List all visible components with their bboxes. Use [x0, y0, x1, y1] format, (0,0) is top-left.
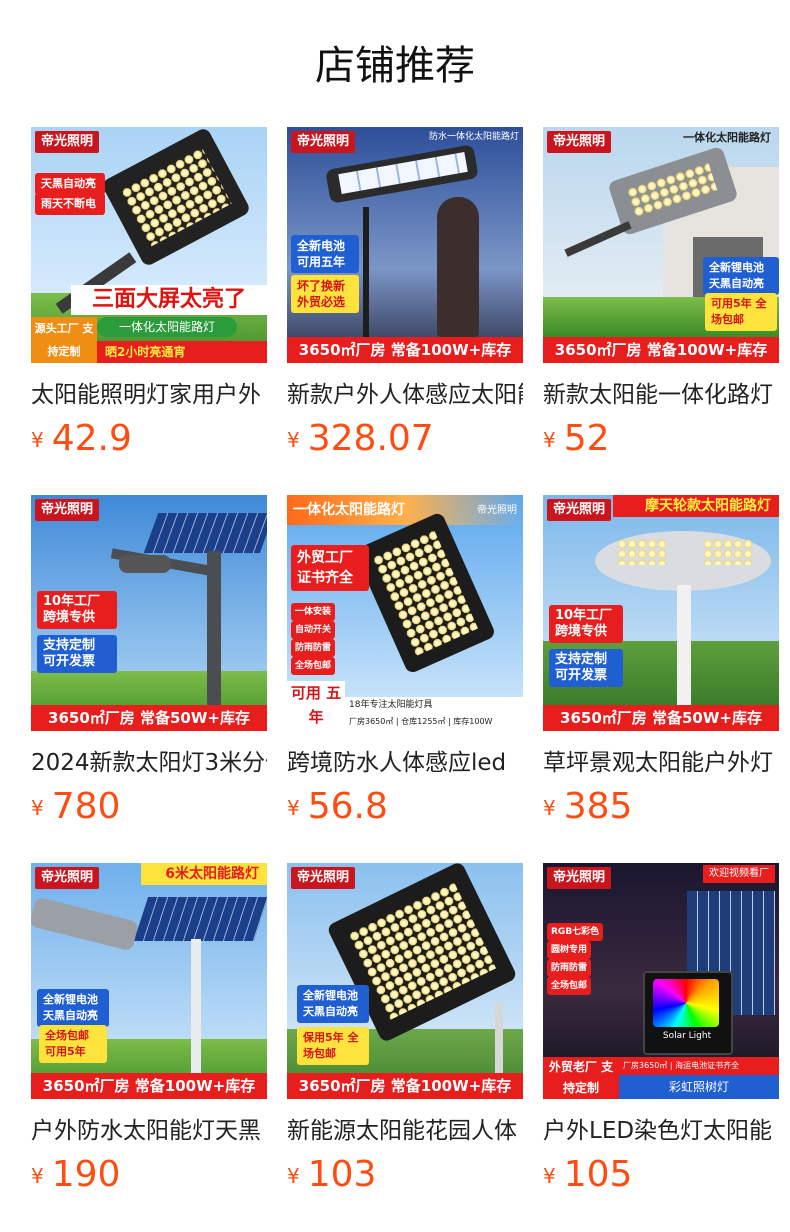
product-image[interactable]: 帝光照明 10年工厂 跨境专供 支持定制 可开发票 3650㎡厂房 常备50W+…: [31, 495, 267, 731]
product-price: ¥385: [543, 787, 632, 833]
currency-symbol: ¥: [31, 1164, 44, 1188]
product-price: ¥103: [287, 1155, 376, 1201]
currency-symbol: ¥: [31, 428, 44, 452]
price-value: 56.8: [307, 786, 388, 827]
currency-symbol: ¥: [543, 1164, 556, 1188]
product-price: ¥190: [31, 1155, 120, 1201]
currency-symbol: ¥: [287, 1164, 300, 1188]
product-price: ¥105: [543, 1155, 632, 1201]
currency-symbol: ¥: [287, 428, 300, 452]
price-value: 103: [307, 1154, 377, 1195]
product-price: ¥780: [31, 787, 120, 833]
product-image[interactable]: 帝光照明 全新锂电池 天黑自动亮 保用5年 全场包邮 3650㎡厂房 常备100…: [287, 863, 523, 1099]
product-price: ¥52: [543, 419, 610, 465]
currency-symbol: ¥: [31, 796, 44, 820]
page-title: 店铺推荐: [315, 43, 475, 89]
product-name[interactable]: 太阳能照明灯家用户外: [31, 379, 267, 411]
currency-symbol: ¥: [287, 796, 300, 820]
currency-symbol: ¥: [543, 796, 556, 820]
product-image[interactable]: 帝光照明 天黑自动亮 雨天不断电 三面大屏太亮了 一体化太阳能路灯 源头工厂 支…: [31, 127, 267, 363]
product-name[interactable]: 2024新款太阳灯3米分体: [31, 747, 267, 779]
currency-symbol: ¥: [543, 428, 556, 452]
product-name[interactable]: 户外LED染色灯太阳能: [543, 1115, 779, 1147]
price-value: 780: [51, 786, 121, 827]
product-name[interactable]: 新款户外人体感应太阳能: [287, 379, 523, 411]
price-value: 385: [563, 786, 633, 827]
product-name[interactable]: 户外防水太阳能灯天黑: [31, 1115, 267, 1147]
price-value: 42.9: [51, 418, 132, 459]
product-name[interactable]: 新款太阳能一体化路灯: [543, 379, 779, 411]
product-image[interactable]: 帝光照明 一体化太阳能路灯 全新锂电池 天黑自动亮 可用5年 全场包邮 3650…: [543, 127, 779, 363]
product-name[interactable]: 草坪景观太阳能户外灯: [543, 747, 779, 779]
price-value: 105: [563, 1154, 633, 1195]
product-image[interactable]: 帝光照明 欢迎视频看厂 Solar Light RGB七彩色 圆树专用 防雨防雷…: [543, 863, 779, 1099]
product-price: ¥328.07: [287, 419, 434, 465]
product-name[interactable]: 新能源太阳能花园人体: [287, 1115, 523, 1147]
product-name[interactable]: 跨境防水人体感应led: [287, 747, 523, 779]
product-price: ¥56.8: [287, 787, 388, 833]
price-value: 190: [51, 1154, 121, 1195]
product-image[interactable]: 帝光照明 6米太阳能路灯 全新锂电池 天黑自动亮 全场包邮 可用5年 3650㎡…: [31, 863, 267, 1099]
price-value: 328.07: [307, 418, 434, 459]
product-image[interactable]: 一体化太阳能路灯 帝光照明 外贸工厂 证书齐全 一体安装 自动开关 防雨防雷 全…: [287, 495, 523, 731]
price-value: 52: [563, 418, 610, 459]
product-image[interactable]: 帝光照明 摩天轮款太阳能路灯 10年工厂 跨境专供 支持定制 可开发票 3650…: [543, 495, 779, 731]
product-image[interactable]: 帝光照明 防水一体化太阳能路灯 全新电池 可用五年 坏了换新 外贸必选 3650…: [287, 127, 523, 363]
product-price: ¥42.9: [31, 419, 132, 465]
